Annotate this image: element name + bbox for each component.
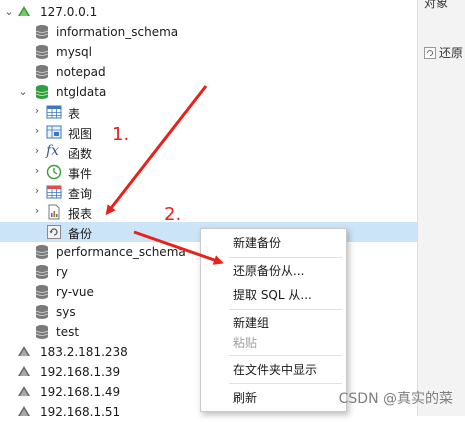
watermark: CSDN @真实的菜 [338, 391, 453, 407]
annotation-arrow-step1 [105, 85, 208, 216]
annotation-step2-label: 2. [164, 204, 182, 225]
annotation-arrows [105, 85, 224, 265]
annotation-arrow-step2 [133, 230, 224, 265]
annotation-step1-label: 1. [112, 124, 130, 145]
